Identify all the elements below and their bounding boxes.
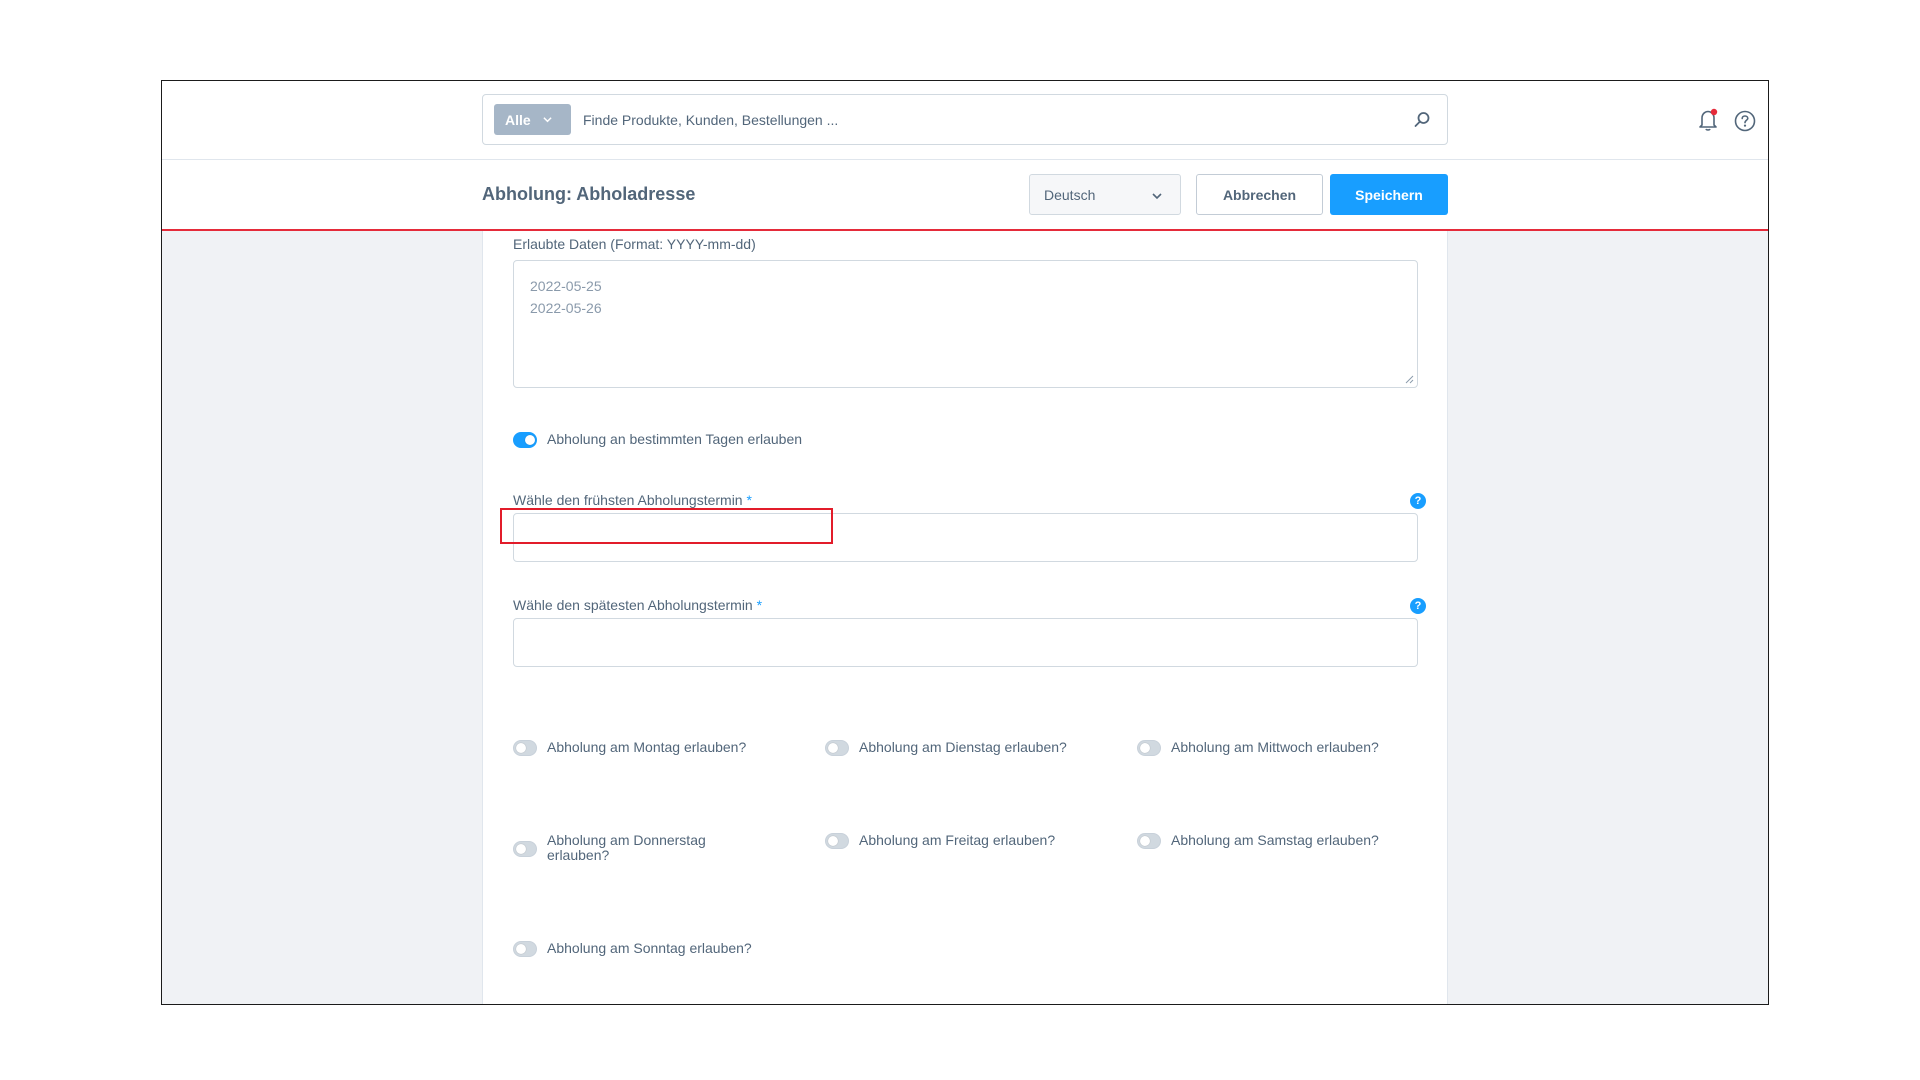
friday-switch[interactable] [825, 833, 849, 849]
latest-date-label-text: Wähle den spätesten Abholungstermin [513, 597, 753, 613]
thursday-label: Abholung am Donnerstag erlauben? [547, 832, 706, 863]
global-search: Alle [482, 94, 1448, 145]
specific-days-label: Abholung an bestimmten Tagen erlauben [547, 431, 803, 447]
thursday-switch[interactable] [513, 841, 537, 857]
toggle-friday[interactable]: Abholung am Freitag erlauben? [825, 833, 1095, 849]
toggle-saturday[interactable]: Abholung am Samstag erlauben? [1137, 833, 1427, 849]
earliest-date-label-text: Wähle den frühsten Abholungstermin [513, 492, 743, 508]
allowed-date-line: 2022-05-25 [530, 278, 602, 294]
resize-grip-icon[interactable] [1404, 374, 1414, 384]
search-icon[interactable] [1412, 110, 1432, 130]
required-mark: * [756, 597, 763, 613]
info-icon[interactable]: ? [1410, 598, 1426, 614]
page-title: Abholung: Abholadresse [482, 184, 696, 204]
top-bar: Alle [162, 81, 1768, 160]
allowed-dates-textarea[interactable]: 2022-05-25 2022-05-26 [513, 260, 1418, 388]
allowed-dates-label: Erlaubte Daten (Format: YYYY-mm-dd) [513, 236, 756, 252]
switch-knob [828, 743, 838, 753]
wednesday-label: Abholung am Mittwoch erlauben? [1171, 739, 1379, 755]
earliest-date-label: Wähle den frühsten Abholungstermin * [513, 492, 752, 508]
required-mark: * [746, 492, 752, 508]
save-button[interactable]: Speichern [1330, 174, 1448, 215]
monday-switch[interactable] [513, 740, 537, 756]
toggle-monday[interactable]: Abholung am Montag erlauben? [513, 740, 783, 756]
switch-knob [525, 435, 535, 445]
chevron-down-icon [1152, 193, 1162, 200]
switch-knob [516, 743, 526, 753]
switch-knob [1140, 743, 1150, 753]
wednesday-switch[interactable] [1137, 740, 1161, 756]
app-window: Alle Abholung: Abholadresse Deutsch [161, 80, 1769, 1005]
help-icon[interactable] [1734, 110, 1756, 132]
chevron-down-icon [543, 117, 552, 123]
action-bar: Abholung: Abholadresse Deutsch Abbrechen… [162, 160, 1768, 231]
tuesday-label: Abholung am Dienstag erlauben? [859, 739, 1067, 755]
allowed-date-line: 2022-05-26 [530, 300, 602, 316]
saturday-switch[interactable] [1137, 833, 1161, 849]
toggle-thursday[interactable]: Abholung am Donnerstag erlauben? [513, 833, 723, 863]
sunday-switch[interactable] [513, 941, 537, 957]
switch-knob [1140, 836, 1150, 846]
search-type-label: Alle [505, 111, 531, 128]
language-select[interactable]: Deutsch [1029, 174, 1181, 215]
toggle-wednesday[interactable]: Abholung am Mittwoch erlauben? [1137, 740, 1427, 756]
search-type-dropdown[interactable]: Alle [494, 104, 571, 135]
switch-knob [516, 944, 526, 954]
toggle-sunday[interactable]: Abholung am Sonntag erlauben? [513, 941, 803, 957]
latest-date-input[interactable] [513, 618, 1418, 667]
highlight-annotation-box [500, 508, 833, 544]
switch-knob [828, 836, 838, 846]
bell-icon[interactable] [1697, 108, 1719, 132]
specific-days-switch[interactable] [513, 432, 537, 448]
toggle-tuesday[interactable]: Abholung am Dienstag erlauben? [825, 740, 1095, 756]
cancel-button[interactable]: Abbrechen [1196, 174, 1323, 215]
search-input[interactable] [583, 107, 1383, 133]
form-card: Erlaubte Daten (Format: YYYY-mm-dd) 2022… [482, 231, 1448, 1004]
tuesday-switch[interactable] [825, 740, 849, 756]
specific-days-toggle-row[interactable]: Abholung an bestimmten Tagen erlauben [513, 432, 802, 448]
latest-date-label: Wähle den spätesten Abholungstermin * [513, 597, 762, 613]
friday-label: Abholung am Freitag erlauben? [859, 832, 1056, 848]
switch-knob [516, 844, 526, 854]
sunday-label: Abholung am Sonntag erlauben? [547, 940, 752, 956]
monday-label: Abholung am Montag erlauben? [547, 739, 747, 755]
language-select-value: Deutsch [1044, 186, 1096, 203]
info-icon[interactable]: ? [1410, 493, 1426, 509]
saturday-label: Abholung am Samstag erlauben? [1171, 832, 1379, 848]
